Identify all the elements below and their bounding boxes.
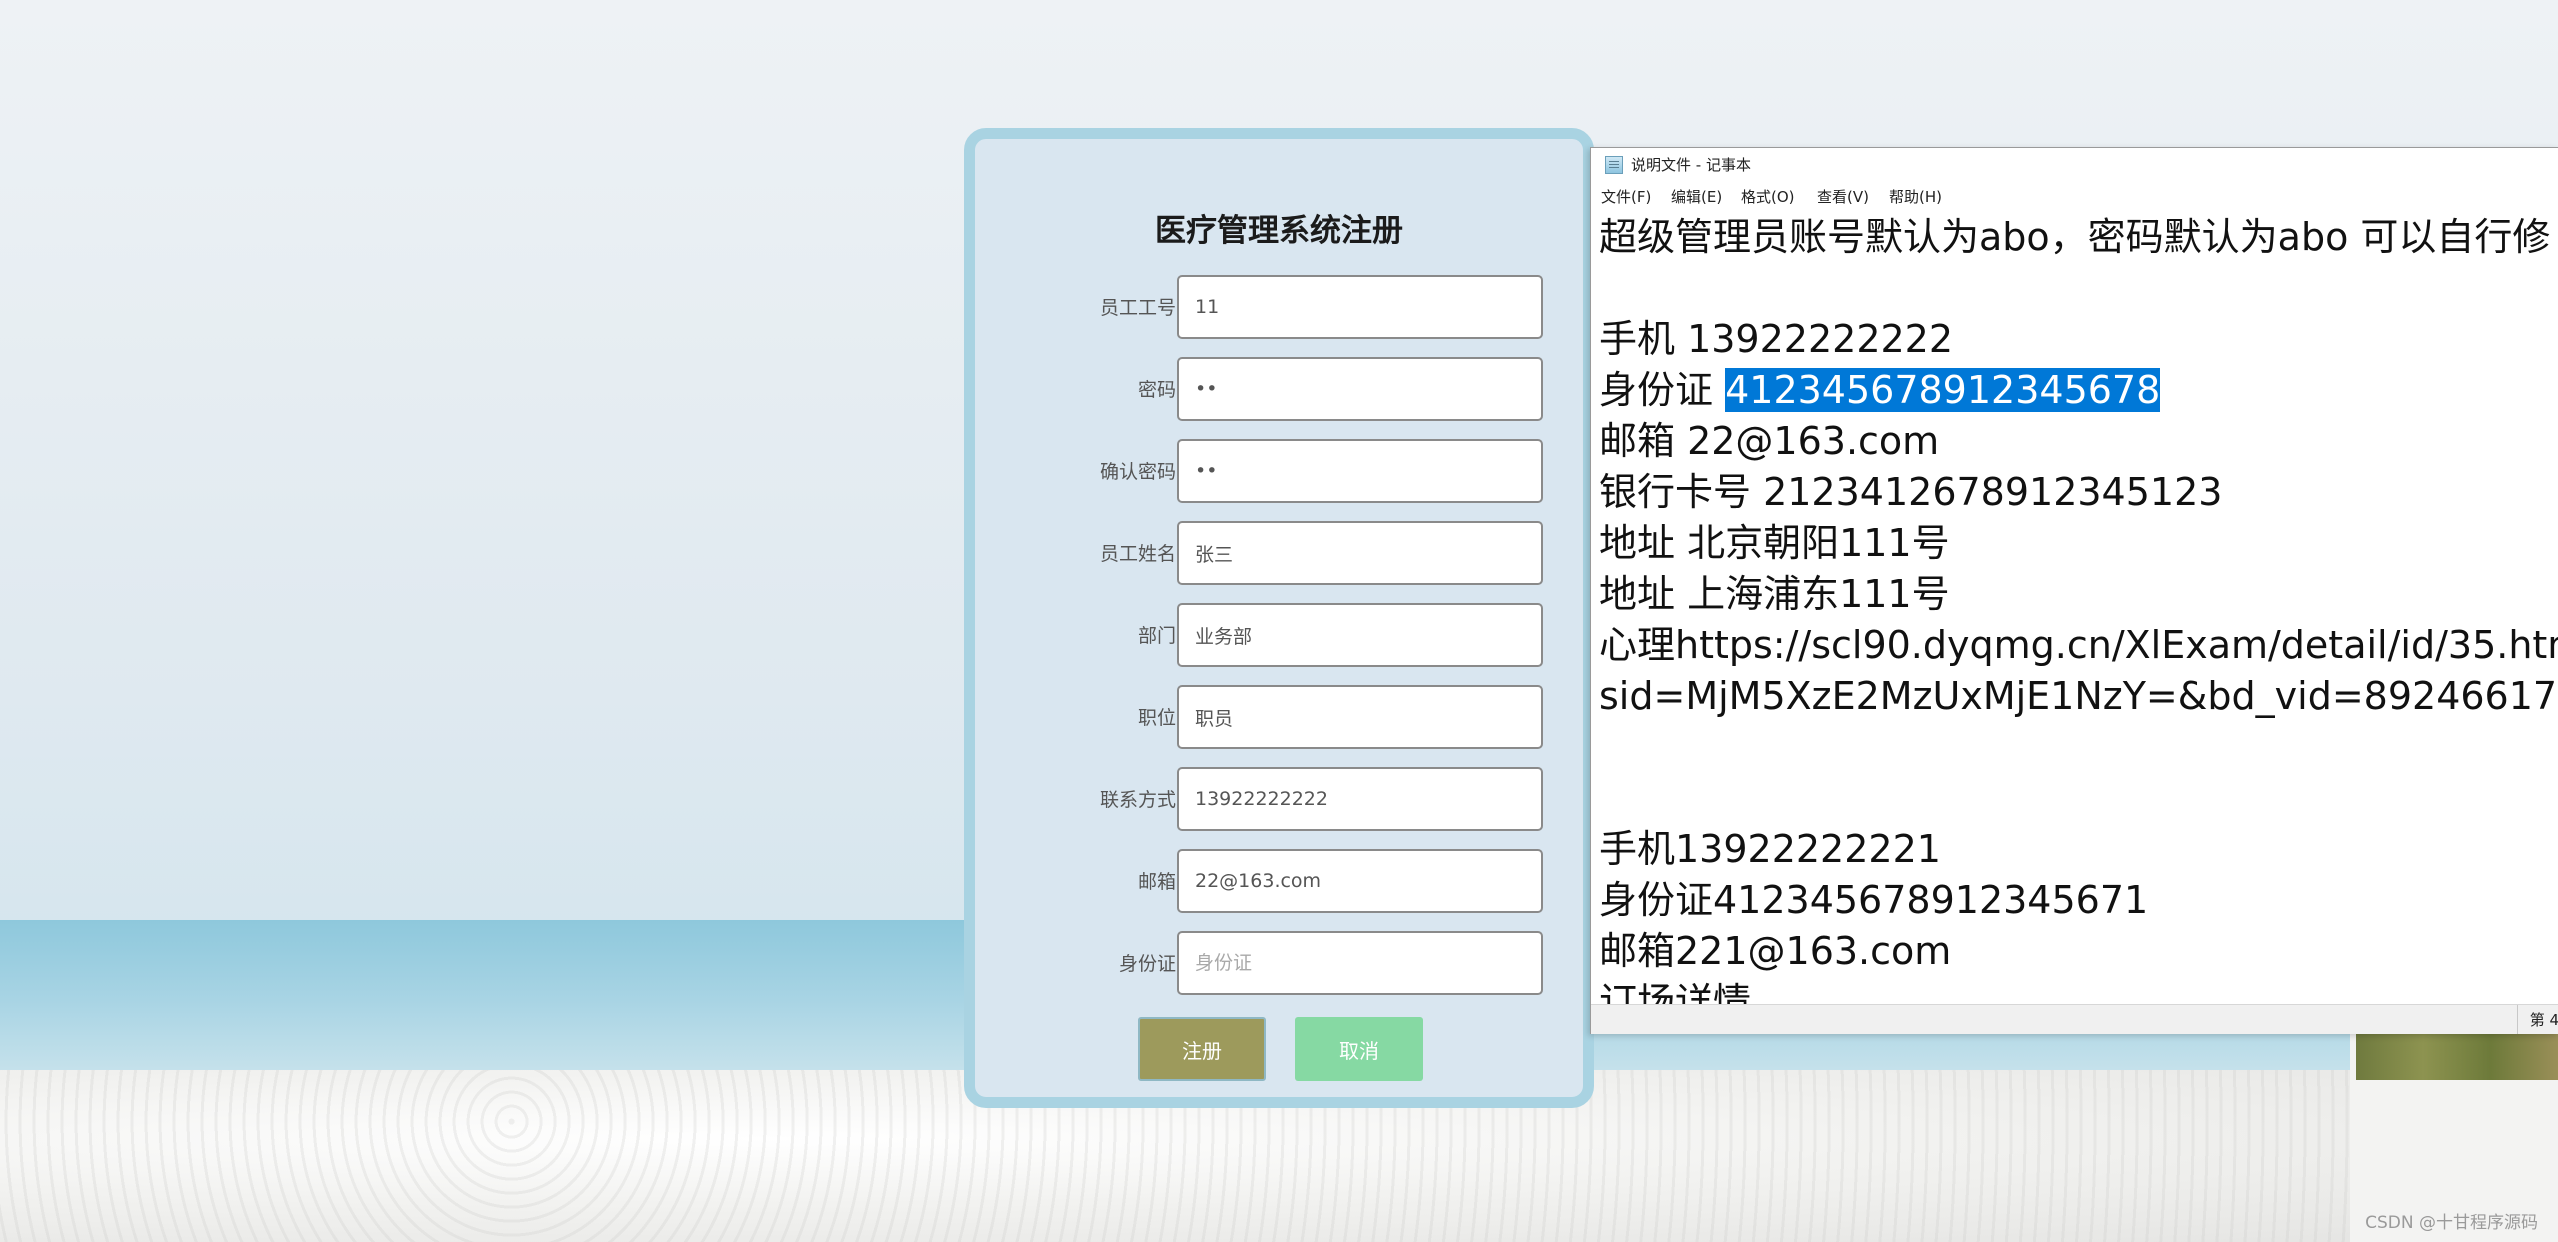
- id-card-input[interactable]: [1177, 931, 1543, 995]
- text-line: 银行卡号 2123412678912345123: [1599, 470, 2223, 514]
- form-row-password: 密码: [975, 357, 1583, 423]
- password-input[interactable]: [1177, 357, 1543, 421]
- menu-help[interactable]: 帮助(H): [1889, 182, 1942, 212]
- text-line: 心理https://scl90.dyqmg.cn/XlExam/detail/i…: [1599, 623, 2558, 667]
- confirm-password-label: 确认密码: [1099, 461, 1176, 483]
- form-row-department: 部门: [975, 603, 1583, 669]
- text-line: 手机 13922222222: [1599, 317, 1954, 361]
- menu-file[interactable]: 文件(F): [1601, 182, 1651, 212]
- email-input[interactable]: [1177, 849, 1543, 913]
- email-label: 邮箱: [1137, 871, 1176, 893]
- employee-id-input[interactable]: [1177, 275, 1543, 339]
- register-button[interactable]: 注册: [1138, 1017, 1266, 1081]
- cancel-button[interactable]: 取消: [1295, 1017, 1423, 1081]
- phone-input[interactable]: [1177, 767, 1543, 831]
- text-line: 超级管理员账号默认为abo，密码默认为abo 可以自行修: [1599, 215, 2551, 259]
- text-line-id-card: 身份证 412345678912345678: [1599, 365, 2558, 416]
- text-line: 身份证412345678912345671: [1599, 878, 2149, 922]
- phone-label: 联系方式: [1099, 789, 1176, 811]
- employee-id-label: 员工工号: [1099, 297, 1176, 319]
- notepad-menubar: 文件(F) 编辑(E) 格式(O) 查看(V) 帮助(H): [1591, 182, 2558, 212]
- position-label: 职位: [1137, 707, 1176, 729]
- text-line: 邮箱221@163.com: [1599, 929, 1952, 973]
- menu-format[interactable]: 格式(O): [1741, 182, 1795, 212]
- password-label: 密码: [1137, 379, 1176, 401]
- text-line: 地址 上海浦东111号: [1599, 572, 1950, 616]
- form-row-employee-id: 员工工号: [975, 275, 1583, 341]
- menu-edit[interactable]: 编辑(E): [1671, 182, 1722, 212]
- watermark: CSDN @十甘程序源码: [2365, 1213, 2538, 1233]
- menu-view[interactable]: 查看(V): [1817, 182, 1869, 212]
- confirm-password-input[interactable]: [1177, 439, 1543, 503]
- background-plant: [2356, 1030, 2558, 1080]
- department-label: 部门: [1137, 625, 1176, 647]
- form-row-phone: 联系方式: [975, 767, 1583, 833]
- notepad-titlebar[interactable]: 说明文件 - 记事本: [1591, 148, 2558, 182]
- form-row-position: 职位: [975, 685, 1583, 751]
- text-line: 地址 北京朝阳111号: [1599, 521, 1950, 565]
- notepad-statusbar: 第 4: [1591, 1004, 2558, 1034]
- notepad-text-area[interactable]: 超级管理员账号默认为abo，密码默认为abo 可以自行修 手机 13922222…: [1599, 212, 2558, 1034]
- text-line: 邮箱 22@163.com: [1599, 419, 1940, 463]
- department-input[interactable]: [1177, 603, 1543, 667]
- selected-text[interactable]: 412345678912345678: [1725, 368, 2161, 412]
- text-line: [1599, 722, 2558, 773]
- text-line: [1599, 773, 2558, 824]
- form-row-confirm-password: 确认密码: [975, 439, 1583, 505]
- cursor-position: 第 4: [2516, 1005, 2558, 1034]
- id-card-label: 身份证: [1118, 953, 1176, 975]
- text-line: [1599, 263, 2558, 314]
- notepad-title: 说明文件 - 记事本: [1631, 156, 1751, 174]
- position-input[interactable]: [1177, 685, 1543, 749]
- name-label: 员工姓名: [1099, 543, 1176, 565]
- text-line: 手机13922222221: [1599, 827, 1941, 871]
- form-row-name: 员工姓名: [975, 521, 1583, 587]
- name-input[interactable]: [1177, 521, 1543, 585]
- notepad-icon: [1605, 156, 1623, 174]
- text-line-prefix: 身份证: [1599, 368, 1726, 412]
- text-line: sid=MjM5XzE2MzUxMjE1NzY=&bd_vid=89246617: [1599, 674, 2558, 718]
- notepad-window: 说明文件 - 记事本 文件(F) 编辑(E) 格式(O) 查看(V) 帮助(H)…: [1590, 147, 2558, 1034]
- page-title: 医疗管理系统注册: [1155, 213, 1403, 249]
- form-row-email: 邮箱: [975, 849, 1583, 915]
- registration-card: 医疗管理系统注册 员工工号 密码 确认密码 员工姓名 部门 职位 联系方式 邮箱…: [964, 128, 1594, 1108]
- form-row-id-card: 身份证: [975, 931, 1583, 997]
